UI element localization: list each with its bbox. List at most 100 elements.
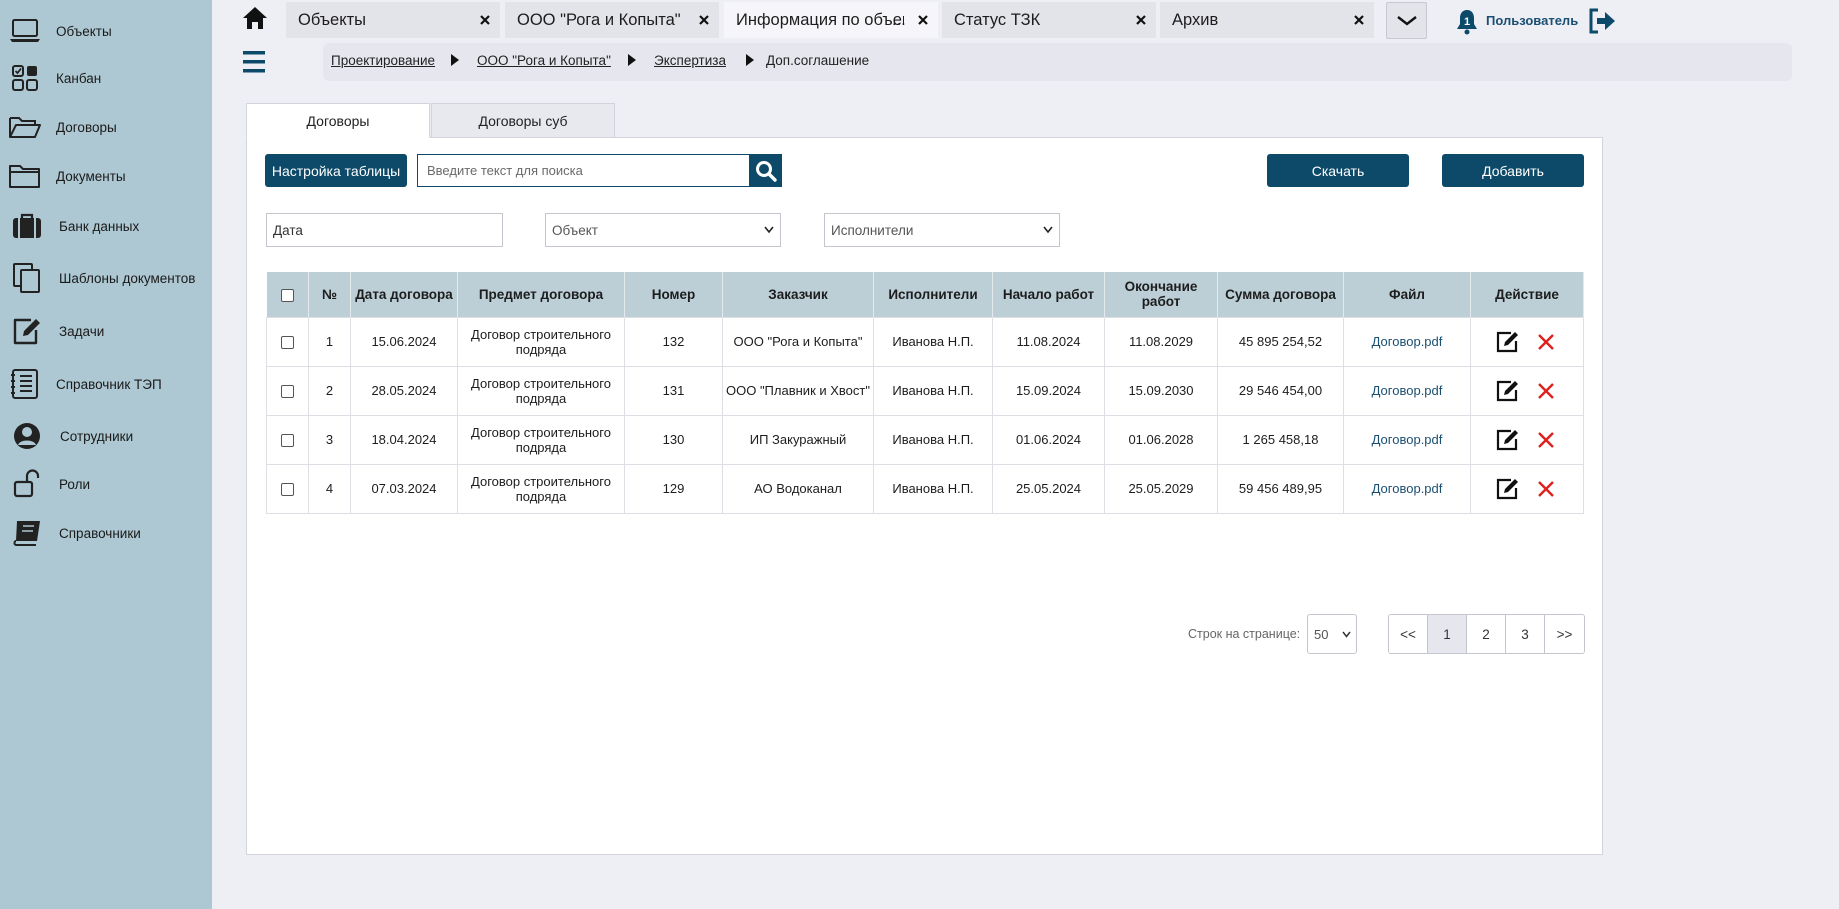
cell-end: 11.08.2029 — [1104, 316, 1218, 367]
sidebar-item-kanban[interactable]: Канбан — [0, 56, 212, 100]
column-header[interactable]: Дата договора — [350, 272, 458, 317]
edit-button[interactable] — [1494, 476, 1522, 502]
folder-open-icon — [8, 110, 42, 144]
sidebar-item-employees[interactable]: Сотрудники — [0, 414, 212, 458]
column-header[interactable]: Исполнители — [873, 272, 993, 317]
sidebar-item-databank[interactable]: Банк данных — [0, 204, 212, 248]
delete-button[interactable] — [1532, 329, 1560, 355]
row-select-cell — [266, 316, 309, 367]
close-icon — [1537, 431, 1554, 448]
file-link[interactable]: Договор.pdf — [1372, 432, 1443, 447]
row-checkbox[interactable] — [281, 385, 294, 399]
cell-actions — [1470, 414, 1584, 465]
user-icon — [10, 419, 44, 453]
logout-button[interactable] — [1588, 8, 1616, 34]
close-icon[interactable] — [697, 13, 711, 27]
file-link[interactable]: Договор.pdf — [1372, 334, 1443, 349]
cell-end: 01.06.2028 — [1104, 414, 1218, 465]
page-button[interactable]: 1 — [1428, 615, 1467, 653]
cell-start: 11.08.2024 — [992, 316, 1105, 367]
sidebar-item-references[interactable]: Справочники — [0, 511, 212, 555]
more-tabs-button[interactable] — [1386, 2, 1427, 39]
tab-tzk-status[interactable]: Статус ТЗК — [942, 2, 1156, 38]
download-button[interactable]: Скачать — [1267, 154, 1409, 187]
close-icon[interactable] — [1352, 13, 1366, 27]
row-checkbox[interactable] — [281, 336, 294, 350]
column-header[interactable]: Файл — [1343, 272, 1471, 317]
column-header[interactable]: Сумма договора — [1217, 272, 1344, 317]
delete-button[interactable] — [1532, 378, 1560, 404]
sidebar-item-label: Банк данных — [59, 218, 140, 234]
row-checkbox[interactable] — [281, 483, 294, 497]
tab-ellipsis: ... — [892, 11, 906, 29]
cell-number: 129 — [624, 463, 723, 514]
menu-toggle-button[interactable] — [243, 50, 265, 74]
column-header[interactable]: Номер — [624, 272, 723, 317]
tab-archive[interactable]: Архив — [1160, 2, 1374, 38]
edit-button[interactable] — [1494, 329, 1522, 355]
page-first-button[interactable]: << — [1389, 615, 1428, 653]
file-link[interactable]: Договор.pdf — [1372, 481, 1443, 496]
chevron-down-icon — [1396, 15, 1417, 26]
tab-object-info[interactable]: Информация по объекту ... — [724, 2, 938, 38]
sidebar-item-label: Объекты — [56, 23, 112, 39]
tab-contracts[interactable]: Договоры — [246, 103, 430, 138]
user-name[interactable]: Пользователь — [1486, 13, 1578, 28]
column-header[interactable]: Заказчик — [722, 272, 874, 317]
edit-icon — [1497, 429, 1519, 450]
breadcrumb-item[interactable]: ООО "Рога и Копыта" — [477, 53, 611, 68]
close-icon[interactable] — [1134, 13, 1148, 27]
caret-right-icon — [746, 54, 754, 66]
tab-company[interactable]: ООО "Рога и Копыта" — [505, 2, 719, 38]
sidebar-item-contracts[interactable]: Договоры — [0, 105, 212, 149]
chevron-down-icon — [764, 226, 774, 234]
page-button[interactable]: 2 — [1467, 615, 1506, 653]
edit-button[interactable] — [1494, 378, 1522, 404]
add-button[interactable]: Добавить — [1442, 154, 1584, 187]
search-input[interactable] — [417, 154, 749, 187]
page-button[interactable]: 3 — [1506, 615, 1545, 653]
sidebar-item-documents[interactable]: Документы — [0, 154, 212, 198]
sidebar-item-tasks[interactable]: Задачи — [0, 309, 212, 353]
delete-button[interactable] — [1532, 427, 1560, 453]
sidebar-item-roles[interactable]: Роли — [0, 462, 212, 506]
cell-date: 07.03.2024 — [350, 463, 458, 514]
cell-subject: Договор строительного подряда — [457, 414, 625, 465]
close-icon[interactable] — [478, 13, 492, 27]
notifications-button[interactable]: 1 — [1456, 9, 1478, 35]
sidebar-item-label: Роли — [59, 476, 91, 492]
cell-actions — [1470, 463, 1584, 514]
object-filter[interactable]: Объект — [545, 213, 781, 247]
sidebar-item-objects[interactable]: Объекты — [0, 9, 212, 53]
table-settings-button[interactable]: Настройка таблицы — [265, 154, 407, 187]
sidebar-item-tep[interactable]: Справочник ТЭП — [0, 362, 212, 406]
breadcrumb-item[interactable]: Проектирование — [331, 53, 435, 68]
tab-sub-contracts[interactable]: Договоры суб — [431, 103, 615, 138]
edit-icon — [10, 314, 44, 348]
column-header[interactable]: № — [308, 272, 351, 317]
sidebar-item-label: Справочники — [59, 525, 141, 541]
edit-button[interactable] — [1494, 427, 1522, 453]
date-filter-label: Дата — [273, 222, 303, 238]
row-select-cell — [266, 463, 309, 514]
executors-filter[interactable]: Исполнители — [824, 213, 1060, 247]
tab-label: Архив — [1172, 10, 1219, 29]
rows-per-page-select[interactable]: 50 — [1307, 614, 1357, 654]
column-header: Действие — [1470, 272, 1584, 317]
page-last-button[interactable]: >> — [1545, 615, 1584, 653]
select-all-checkbox[interactable] — [280, 288, 294, 302]
row-checkbox[interactable] — [281, 434, 294, 448]
tab-objects[interactable]: Объекты — [286, 2, 500, 38]
cell-executor: Иванова Н.П. — [873, 316, 993, 367]
column-header[interactable]: Предмет договора — [457, 272, 625, 317]
sidebar-item-templates[interactable]: Шаблоны документов — [0, 256, 212, 300]
column-header[interactable]: Окончание работ — [1104, 272, 1218, 317]
home-button[interactable] — [242, 6, 268, 32]
breadcrumb-item[interactable]: Экспертиза — [654, 53, 726, 68]
column-header[interactable]: Начало работ — [992, 272, 1105, 317]
delete-button[interactable] — [1532, 476, 1560, 502]
search-button[interactable] — [749, 154, 782, 187]
close-icon[interactable] — [916, 13, 930, 27]
date-filter[interactable]: Дата — [266, 213, 503, 247]
file-link[interactable]: Договор.pdf — [1372, 383, 1443, 398]
